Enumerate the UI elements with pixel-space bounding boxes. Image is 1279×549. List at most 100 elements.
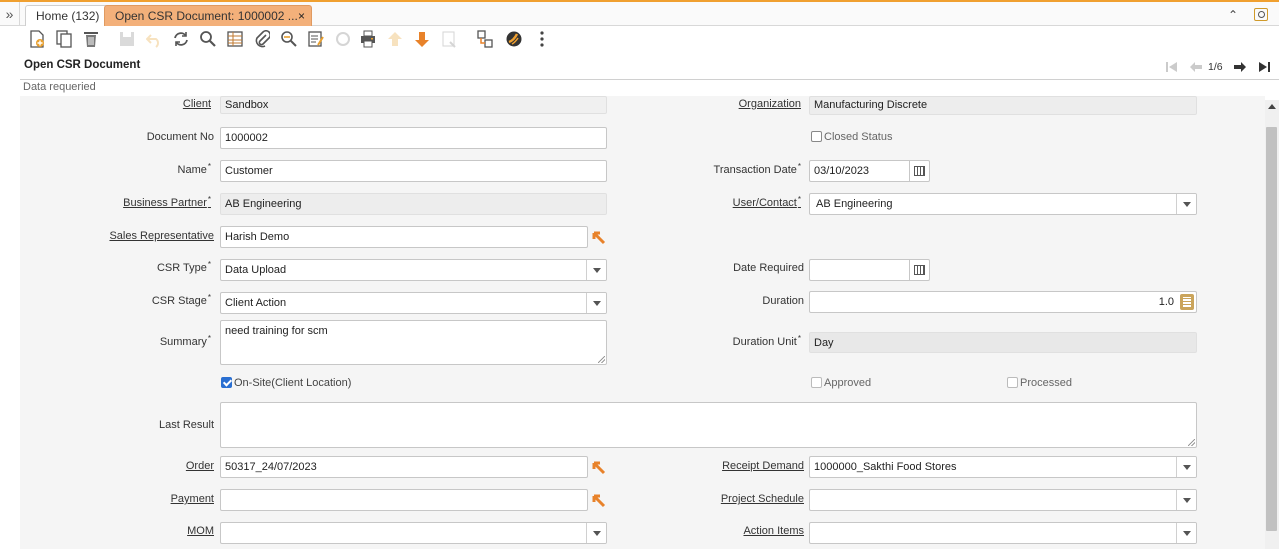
approved-checkbox[interactable]: Approved [811,377,871,389]
organization-label[interactable]: Organization [690,98,801,110]
user-contact-value: AB Engineering [816,198,893,210]
grid-toggle-icon[interactable] [224,27,246,51]
parent-record-icon[interactable] [384,27,406,51]
duration-field[interactable]: 1.0 [809,291,1197,313]
transaction-date-field[interactable]: 03/10/2023 [809,160,910,182]
chevron-down-icon[interactable] [1176,523,1196,543]
client-label[interactable]: Client [100,98,211,110]
order-label[interactable]: Order [100,460,214,472]
refresh-icon[interactable] [170,27,192,51]
sales-rep-zoom-icon[interactable] [589,228,607,246]
payment-label[interactable]: Payment [100,493,214,505]
delete-icon[interactable] [80,27,102,51]
more-icon[interactable] [531,27,553,51]
record-counter: 1/6 [1208,61,1223,73]
print-icon[interactable] [357,27,379,51]
chevron-down-icon[interactable] [1176,457,1196,477]
action-items-label[interactable]: Action Items [690,525,804,537]
resize-handle-icon[interactable] [598,356,605,363]
calculator-icon[interactable] [1180,294,1194,310]
processed-checkbox[interactable]: Processed [1007,377,1072,389]
scroll-thumb[interactable] [1266,127,1277,531]
approved-box[interactable] [811,377,822,388]
payment-zoom-icon[interactable] [589,491,607,509]
organization-field: Manufacturing Discrete [809,96,1197,115]
receipt-demand-label[interactable]: Receipt Demand [690,460,804,472]
zoom-across-icon[interactable] [278,27,300,51]
last-result-textarea[interactable] [220,402,1197,448]
name-field[interactable]: Customer [220,160,607,182]
chevron-down-icon[interactable] [1176,490,1196,510]
closed-status-label: Closed Status [824,131,893,143]
csr-type-label-text: CSR Type [156,262,207,274]
transaction-date-calendar-button[interactable] [910,160,930,182]
on-site-box[interactable] [221,377,232,388]
order-field[interactable]: 50317_24/07/2023 [220,456,588,478]
document-no-field[interactable]: 1000002 [220,127,607,149]
tab-home[interactable]: Home (132) [25,5,111,26]
chevron-down-icon[interactable] [586,260,606,280]
mom-label[interactable]: MOM [100,525,214,537]
undo-icon[interactable] [143,27,165,51]
mom-combobox[interactable] [220,522,607,544]
resize-handle-icon[interactable] [1188,439,1195,446]
csr-type-value: Data Upload [225,264,287,276]
first-record-icon[interactable] [1166,62,1178,72]
status-message: Data requeried [23,81,96,93]
next-record-icon[interactable] [1234,62,1246,72]
name-label-text: Name [177,164,207,176]
scroll-up-icon[interactable] [1268,104,1276,109]
sales-rep-field[interactable]: Harish Demo [220,226,588,248]
order-zoom-icon[interactable] [589,458,607,476]
chevron-down-icon[interactable] [586,293,606,313]
approved-label: Approved [824,377,872,389]
chevron-down-icon[interactable] [586,523,606,543]
project-schedule-combobox[interactable] [809,489,1197,511]
on-site-checkbox[interactable]: On-Site(Client Location) [221,377,351,389]
find-icon[interactable] [197,27,219,51]
csr-stage-combobox[interactable]: Client Action [220,292,607,314]
collapse-icon[interactable]: ⌃ [1228,8,1238,22]
new-record-icon[interactable] [26,27,48,51]
close-tab-icon[interactable]: × [298,6,305,26]
save-icon[interactable] [116,27,138,51]
last-record-icon[interactable] [1258,62,1270,72]
date-required-field[interactable] [809,259,910,281]
help-icon[interactable] [503,27,525,51]
report-icon[interactable] [305,27,327,51]
vertical-scrollbar[interactable] [1265,100,1279,549]
process-icon[interactable] [474,27,496,51]
summary-label: Summary* [159,334,211,348]
previous-record-icon[interactable] [1190,62,1202,72]
attachment-icon[interactable] [251,27,273,51]
project-schedule-label[interactable]: Project Schedule [690,493,804,505]
window-menu-icon[interactable] [1254,8,1268,21]
action-items-combobox[interactable] [809,522,1197,544]
expand-sidebar-icon[interactable]: » [0,2,20,26]
document-no-label: Document No [146,131,214,143]
window-title-bar: Open CSR Document 1/6 [20,56,1279,80]
name-label: Name* [177,162,211,176]
receipt-demand-combobox[interactable]: 1000000_Sakthi Food Stores [809,456,1197,478]
date-required-calendar-button[interactable] [910,259,930,281]
copy-record-icon[interactable] [53,27,75,51]
sales-rep-label[interactable]: Sales Representative [100,230,214,242]
workflow-icon[interactable] [332,27,354,51]
csr-type-label: CSR Type* [156,260,211,274]
tab-open-csr-document[interactable]: Open CSR Document: 1000002 ... × [104,5,312,26]
closed-status-checkbox[interactable]: Closed Status [811,131,892,143]
business-partner-label[interactable]: Business Partner* [100,195,211,209]
user-contact-combobox[interactable]: AB Engineering [809,193,1197,215]
csr-stage-value: Client Action [225,297,287,309]
csr-type-combobox[interactable]: Data Upload [220,259,607,281]
closed-status-box[interactable] [811,131,822,142]
summary-textarea[interactable]: need training for scm [220,320,607,365]
user-contact-label[interactable]: User/Contact* [690,195,801,209]
archive-icon[interactable] [438,27,460,51]
processed-box[interactable] [1007,377,1018,388]
payment-field[interactable] [220,489,588,511]
chevron-down-icon[interactable] [1176,194,1196,214]
detail-record-icon[interactable] [411,27,433,51]
user-contact-label-text: User/Contact [732,197,797,209]
client-field: Sandbox [220,96,607,114]
